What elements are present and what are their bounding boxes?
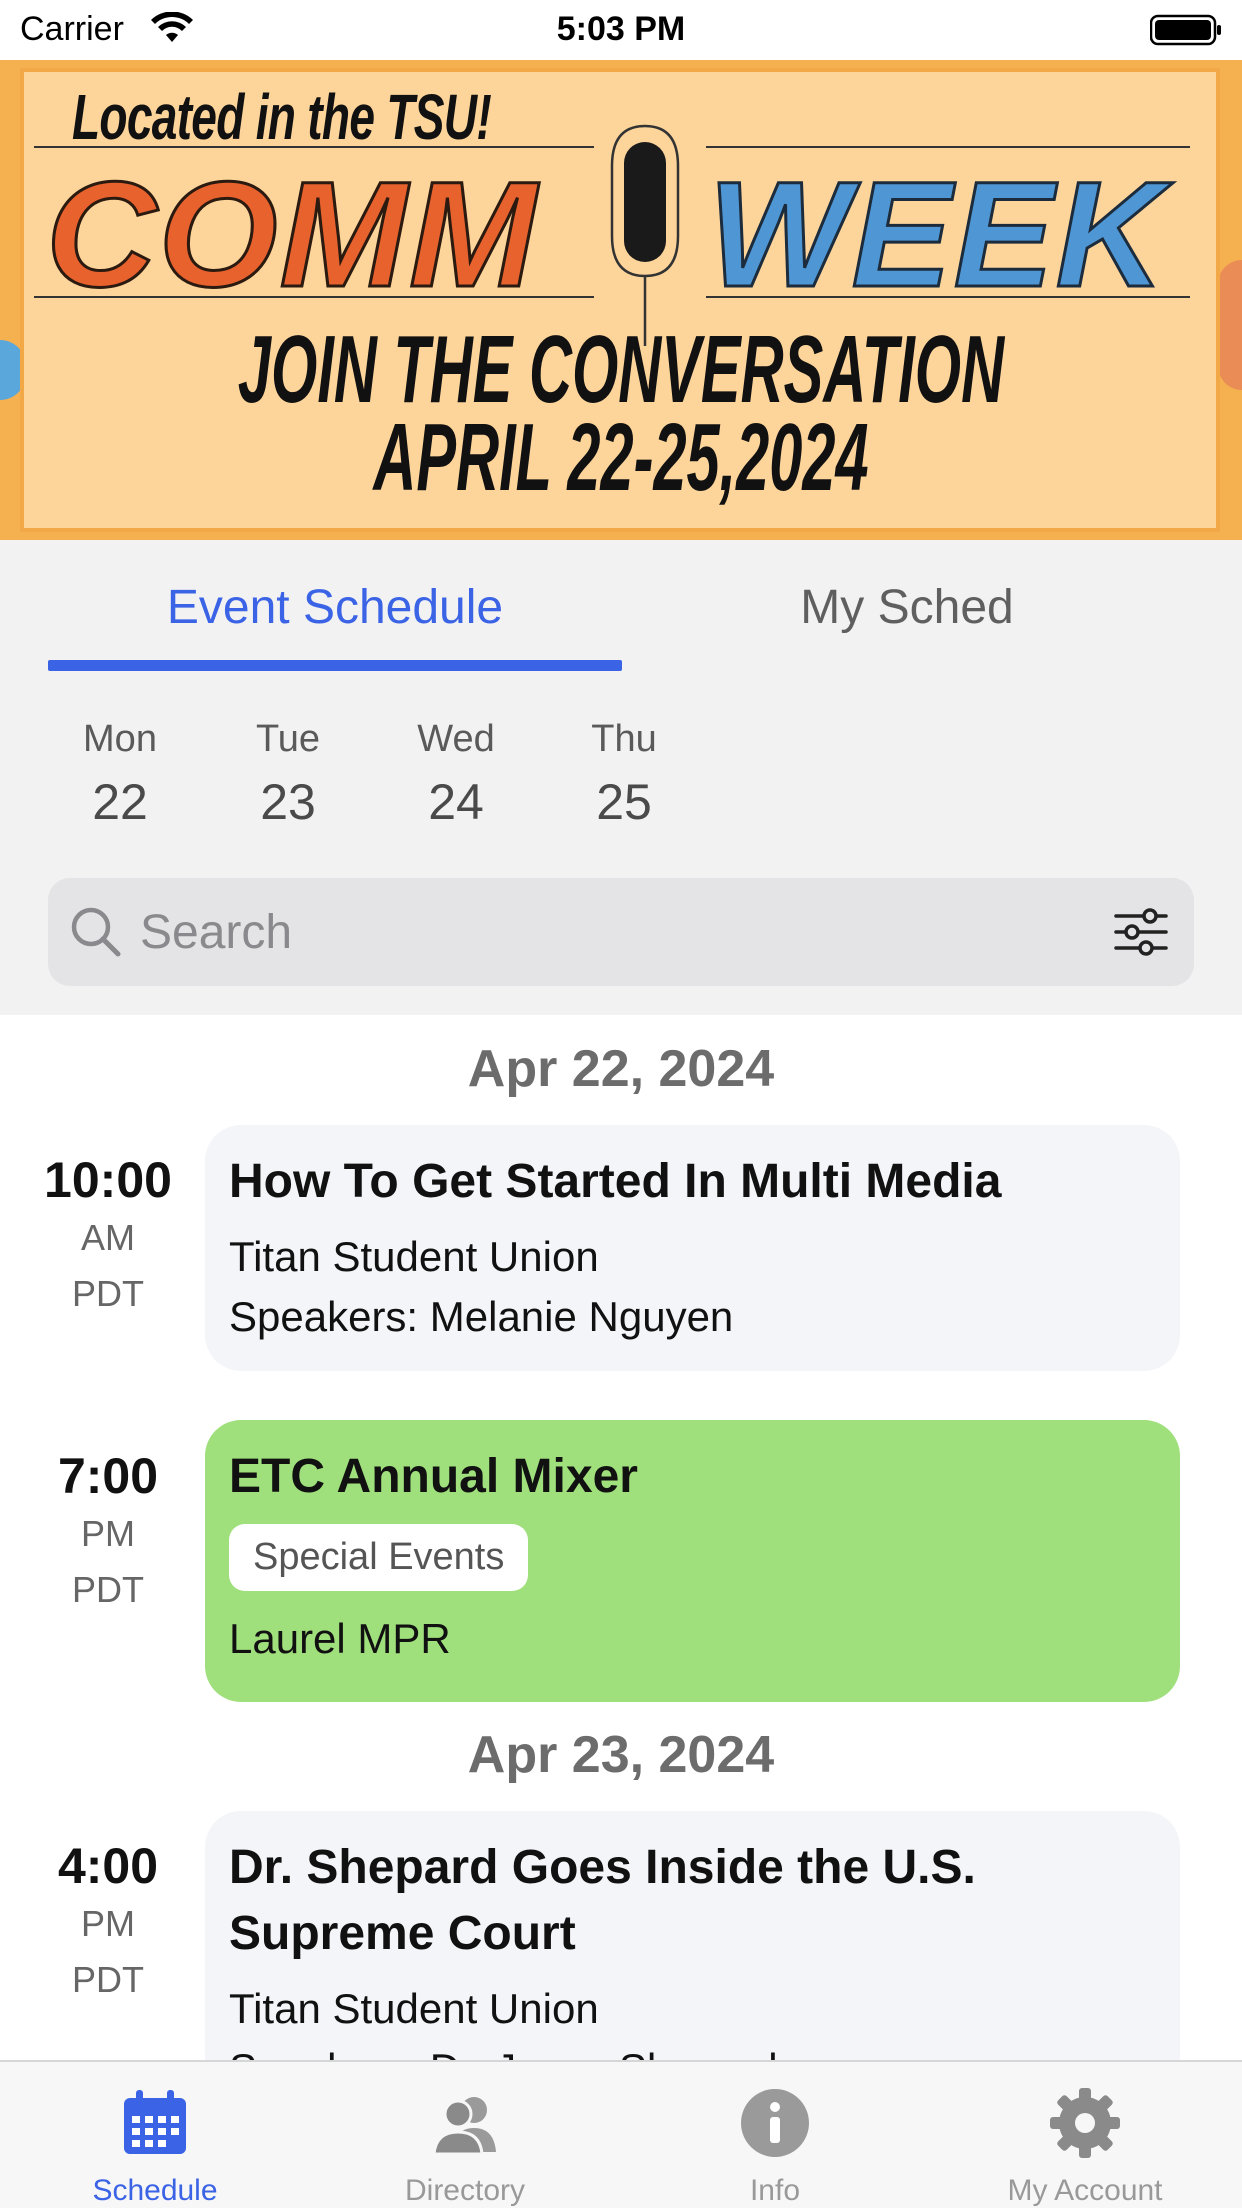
nav-tab-my-account[interactable]: My Account bbox=[930, 2062, 1240, 2208]
banner-divider bbox=[34, 296, 594, 298]
event-time-value: 10:00 bbox=[44, 1152, 172, 1208]
day-selector-tue[interactable]: Tue 23 bbox=[228, 718, 348, 831]
search-input[interactable] bbox=[140, 896, 1040, 968]
event-speakers: Speakers: Dr. Jason Shepard bbox=[229, 2039, 1156, 2060]
status-bar: Carrier 5:03 PM bbox=[0, 0, 1242, 60]
nav-label: My Account bbox=[1007, 2174, 1163, 2207]
nav-tab-info[interactable]: Info bbox=[620, 2062, 930, 2208]
event-time-zone: PDT bbox=[72, 1273, 144, 1314]
calendar-icon bbox=[124, 2090, 186, 2154]
banner-dates: APRIL 22-25,2024 bbox=[373, 404, 869, 511]
event-time-ampm: PM bbox=[81, 1513, 135, 1554]
event-location: Titan Student Union bbox=[229, 1233, 599, 1280]
schedule-list[interactable]: Apr 22, 2024 10:00 AM PDT How To Get Sta… bbox=[0, 1015, 1242, 2060]
event-title: Dr. Shepard Goes Inside the U.S. Supreme… bbox=[229, 1841, 976, 1960]
clock: 5:03 PM bbox=[556, 10, 686, 48]
event-time-value: 7:00 bbox=[57, 1448, 159, 1504]
day-selector-thu[interactable]: Thu 25 bbox=[564, 718, 684, 831]
day-selector-mon[interactable]: Mon 22 bbox=[60, 718, 180, 831]
day-name: Thu bbox=[591, 718, 657, 760]
event-title: How To Get Started In Multi Media bbox=[229, 1155, 1002, 1208]
schedule-header: Event Schedule My Sched Mon 22 Tue 23 We… bbox=[0, 540, 1242, 1015]
event-card[interactable]: Dr. Shepard Goes Inside the U.S. Supreme… bbox=[205, 1811, 1180, 2060]
search-bar[interactable] bbox=[48, 878, 1194, 986]
event-banner: Located in the TSU! COMM WEEK JOIN THE C… bbox=[0, 60, 1242, 540]
day-number: 25 bbox=[596, 774, 652, 830]
event-time-zone: PDT bbox=[72, 1959, 144, 2000]
event-time: 7:00 PM PDT bbox=[20, 1447, 196, 1611]
nav-label: Directory bbox=[404, 2174, 525, 2207]
people-icon bbox=[432, 2097, 496, 2156]
banner-divider bbox=[706, 296, 1190, 298]
day-name: Mon bbox=[83, 718, 157, 760]
search-icon bbox=[71, 907, 121, 957]
nav-label: Info bbox=[749, 2174, 801, 2207]
event-category-badge: Special Events bbox=[229, 1524, 529, 1591]
event-time-zone: PDT bbox=[72, 1569, 144, 1610]
event-time-ampm: PM bbox=[81, 1903, 135, 1944]
gear-icon bbox=[1050, 2088, 1120, 2158]
event-location: Titan Student Union bbox=[229, 1985, 599, 2032]
day-name: Wed bbox=[417, 718, 495, 760]
event-card[interactable]: How To Get Started In Multi Media Titan … bbox=[205, 1125, 1180, 1371]
event-time: 10:00 AM PDT bbox=[20, 1151, 196, 1315]
day-number: 24 bbox=[428, 774, 484, 830]
day-number: 22 bbox=[92, 774, 148, 830]
day-number: 23 bbox=[260, 774, 316, 830]
filter-sliders-icon[interactable] bbox=[1114, 908, 1168, 956]
day-selector-wed[interactable]: Wed 24 bbox=[396, 718, 516, 831]
date-section-header: Apr 23, 2024 bbox=[467, 1726, 775, 1784]
nav-tab-schedule[interactable]: Schedule bbox=[0, 2062, 310, 2208]
event-speakers: Speakers: Melanie Nguyen bbox=[229, 1293, 734, 1340]
event-title: ETC Annual Mixer bbox=[229, 1450, 638, 1503]
event-location: Laurel MPR bbox=[229, 1615, 451, 1662]
banner-located-text: Located in the TSU! bbox=[72, 81, 492, 153]
event-time: 4:00 PM PDT bbox=[20, 1837, 196, 2001]
event-time-value: 4:00 bbox=[57, 1838, 159, 1894]
date-section-header: Apr 22, 2024 bbox=[467, 1040, 775, 1098]
tab-event-schedule[interactable]: Event Schedule bbox=[48, 540, 622, 674]
nav-tab-directory[interactable]: Directory bbox=[310, 2062, 620, 2208]
event-time-ampm: AM bbox=[81, 1217, 135, 1258]
banner-decoration bbox=[1218, 260, 1242, 390]
battery-icon bbox=[1150, 14, 1221, 46]
event-card-special[interactable]: ETC Annual Mixer Special Events Laurel M… bbox=[205, 1420, 1180, 1702]
bottom-tab-bar: Schedule Directory Info My Account bbox=[0, 2060, 1242, 2208]
tab-my-sched[interactable]: My Sched bbox=[620, 540, 1194, 674]
info-icon bbox=[741, 2089, 809, 2157]
active-tab-indicator bbox=[48, 660, 622, 671]
day-name: Tue bbox=[255, 718, 321, 760]
nav-label: Schedule bbox=[92, 2174, 218, 2207]
